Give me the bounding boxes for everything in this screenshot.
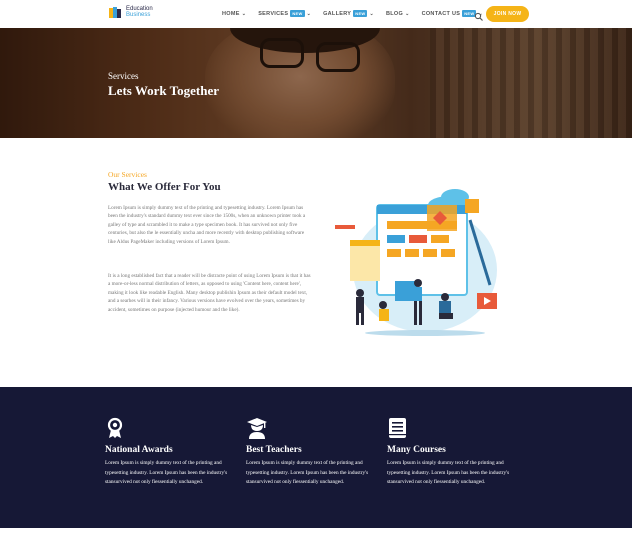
feature-title: Best Teachers — [246, 445, 302, 455]
teacher-graduation-icon — [246, 417, 268, 439]
menu-label: SERVICES — [258, 10, 289, 17]
feature-text: Lorem Ipsum is simply dummy text of the … — [387, 460, 510, 485]
hero-label: Services — [108, 71, 139, 81]
new-badge: NEW — [290, 10, 305, 17]
hero-banner — [0, 28, 632, 138]
main-menu: HOME ⌄ SERVICES NEW ⌄ GALLERY NEW ⌄ BLOG… — [222, 10, 495, 17]
join-now-button[interactable]: JOIN NOW — [486, 6, 529, 22]
chevron-down-icon: ⌄ — [241, 10, 247, 17]
section-label: Our Services — [108, 170, 147, 179]
feature-text: Lorem Ipsum is simply dummy text of the … — [105, 460, 228, 485]
menu-item-home[interactable]: HOME ⌄ — [222, 11, 246, 17]
feature-title: Many Courses — [387, 445, 446, 455]
menu-label: CONTACT US — [421, 10, 461, 17]
services-paragraph: Lorem Ipsum is simply dummy text of the … — [108, 205, 306, 245]
feature-title: National Awards — [105, 445, 173, 455]
brand-line2: Business — [126, 12, 151, 18]
menu-label: BLOG — [385, 10, 404, 17]
menu-label: GALLERY — [323, 10, 352, 17]
menu-label: HOME — [222, 10, 240, 17]
hero-title: Lets Work Together — [108, 83, 219, 98]
chevron-down-icon: ⌄ — [306, 10, 312, 17]
services-paragraph: It is a long established fact that a rea… — [108, 273, 311, 313]
services-illustration — [335, 185, 505, 337]
feature-card: Many Courses Lorem Ipsum is simply dummy… — [387, 417, 527, 488]
feature-card: National Awards Lorem Ipsum is simply du… — [105, 417, 245, 488]
search-icon[interactable] — [474, 9, 484, 21]
features-section: National Awards Lorem Ipsum is simply du… — [0, 387, 632, 528]
feature-card: Best Teachers Lorem Ipsum is simply dumm… — [246, 417, 386, 488]
menu-item-gallery[interactable]: GALLERY NEW ⌄ — [323, 10, 374, 17]
book-icon — [387, 417, 409, 439]
new-badge: NEW — [353, 10, 368, 17]
brand-logo[interactable]: Education Business — [108, 5, 153, 19]
menu-item-blog[interactable]: BLOG ⌄ — [386, 11, 410, 17]
feature-text: Lorem Ipsum is simply dummy text of the … — [246, 460, 369, 485]
hero-overlay — [0, 28, 632, 138]
award-ribbon-icon — [105, 417, 127, 439]
chevron-down-icon: ⌄ — [405, 10, 410, 17]
menu-item-services[interactable]: SERVICES NEW ⌄ — [258, 10, 311, 17]
top-navbar: Education Business HOME ⌄ SERVICES NEW ⌄… — [0, 0, 632, 28]
chevron-down-icon: ⌄ — [369, 10, 374, 17]
logo-icon — [108, 5, 122, 19]
section-title: What We Offer For You — [108, 181, 221, 193]
